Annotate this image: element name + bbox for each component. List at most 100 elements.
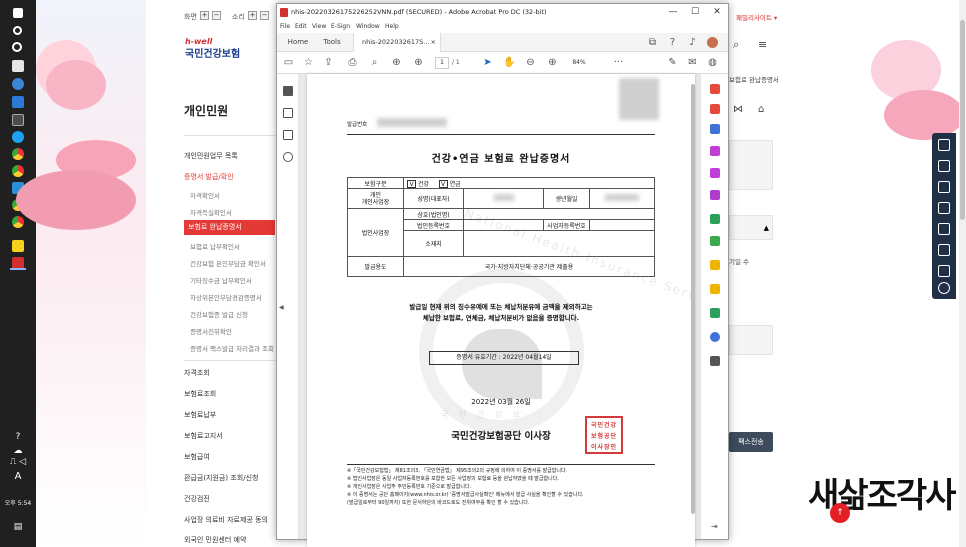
menu-item[interactable]: 외국인 민원센터 예약: [184, 535, 246, 545]
lock-icon[interactable]: [938, 223, 950, 235]
star-icon[interactable]: ☆: [303, 57, 314, 68]
share-icon[interactable]: ⋈: [733, 104, 743, 115]
lock-icon[interactable]: [283, 86, 293, 96]
mail-icon[interactable]: [12, 114, 24, 126]
zoom-out-button[interactable]: −: [212, 11, 221, 20]
compress-pdf-icon[interactable]: [710, 236, 720, 246]
notification-icon[interactable]: ▤: [6, 522, 30, 532]
user-icon[interactable]: [938, 139, 950, 151]
zoom-in-icon[interactable]: ⊕: [547, 57, 558, 68]
zoom-in-button[interactable]: +: [200, 11, 209, 20]
print-production-icon[interactable]: [710, 308, 720, 318]
email-icon[interactable]: ✉: [687, 57, 698, 68]
menu-view[interactable]: View: [312, 20, 326, 33]
menu-edit[interactable]: Edit: [295, 20, 307, 33]
submenu-item[interactable]: 건강보험 본인부담금 확인서: [190, 258, 266, 268]
fill-sign-icon[interactable]: [710, 190, 720, 200]
cortana-icon[interactable]: [12, 42, 22, 52]
comment-icon[interactable]: [710, 284, 720, 294]
menu-item[interactable]: 보험료조회: [184, 389, 216, 399]
help-icon[interactable]: ?: [667, 37, 678, 48]
tab-home[interactable]: Home: [281, 33, 315, 52]
pages-icon[interactable]: [283, 108, 293, 118]
site-logo[interactable]: 국민건강보험: [185, 45, 240, 60]
collapse-panel-icon[interactable]: ⇥: [711, 522, 718, 531]
next-page-icon[interactable]: ⊕: [413, 57, 424, 68]
title-bar[interactable]: nhis-20220326175226252VNN.pdf (SECURED) …: [277, 4, 728, 20]
copy-icon[interactable]: [938, 265, 950, 277]
bookmark-icon[interactable]: [283, 130, 293, 140]
hamburger-menu-icon[interactable]: ≡: [758, 38, 767, 51]
family-site-link[interactable]: 패밀리사이트 ▾: [736, 12, 777, 22]
bookmark-icon[interactable]: ⌂: [758, 104, 764, 115]
menu-item[interactable]: 환급금(지원금) 조회/신청: [184, 473, 258, 483]
submenu-item[interactable]: 증명서진위확인: [190, 326, 232, 336]
ime-indicator[interactable]: A: [6, 471, 30, 482]
share-screen-icon[interactable]: ⧉: [647, 37, 658, 48]
menu-window[interactable]: Window: [356, 20, 380, 33]
send-for-signature-icon[interactable]: [710, 214, 720, 224]
menu-item[interactable]: 보험료납부: [184, 410, 216, 420]
combine-files-icon[interactable]: [710, 104, 720, 114]
collapsible-header[interactable]: ▲: [729, 215, 773, 240]
menu-item[interactable]: 자격조회: [184, 368, 210, 378]
chrome-icon[interactable]: [12, 216, 24, 228]
collapse-left-icon[interactable]: ◀: [279, 304, 284, 311]
scrollbar-thumb[interactable]: [960, 20, 965, 220]
chrome-icon[interactable]: [12, 148, 24, 160]
account-icon[interactable]: ◍: [707, 57, 718, 68]
close-button[interactable]: ✕: [706, 4, 728, 20]
search-icon[interactable]: ⌕: [369, 57, 380, 68]
prev-page-icon[interactable]: ⊕: [391, 57, 402, 68]
submenu-item[interactable]: 건강보험증 발급 신청: [190, 309, 248, 319]
menu-item-certificates[interactable]: 증명서 발급/확인: [184, 172, 234, 182]
task-view-icon[interactable]: [12, 60, 24, 72]
scan-ocr-icon[interactable]: [710, 260, 720, 270]
sound-up-button[interactable]: +: [248, 11, 257, 20]
fax-send-button[interactable]: 팩스전송: [729, 432, 773, 452]
menu-item[interactable]: 보험급여: [184, 452, 210, 462]
cloud-icon[interactable]: ☁: [6, 446, 30, 456]
sound-down-button[interactable]: −: [260, 11, 269, 20]
submenu-item[interactable]: 증명서 팩스발급 처리결과 조회: [190, 343, 274, 353]
save-icon[interactable]: ▭: [283, 57, 294, 68]
tab-tools[interactable]: Tools: [315, 33, 349, 52]
more-tools-button[interactable]: ···: [613, 57, 624, 68]
submenu-item[interactable]: 기타징수금 납부확인서: [190, 275, 252, 285]
search-icon[interactable]: ⌕: [733, 38, 739, 52]
print-icon[interactable]: ⎙: [347, 57, 358, 68]
tab-close-icon[interactable]: ×: [431, 33, 436, 52]
menu-item[interactable]: 사업장 의료비 자료제공 동의: [184, 515, 268, 525]
export-pdf-icon[interactable]: [710, 124, 720, 134]
document-scrollbar[interactable]: [689, 74, 697, 539]
organize-pages-icon[interactable]: [710, 146, 720, 156]
store-icon[interactable]: [12, 96, 24, 108]
menu-help[interactable]: Help: [385, 20, 399, 33]
menu-item[interactable]: 건강검진: [184, 494, 210, 504]
browser-scrollbar[interactable]: [959, 0, 966, 547]
sign-pen-icon[interactable]: ✎: [667, 57, 678, 68]
document-icon[interactable]: [938, 160, 950, 172]
submenu-item[interactable]: 차상위본인부담경감증명서: [190, 292, 262, 302]
search-icon[interactable]: [13, 26, 22, 35]
avatar[interactable]: [707, 37, 718, 48]
menu-item-civil-list[interactable]: 개인민원업무 목록: [184, 151, 238, 161]
edit-pdf-icon[interactable]: [710, 168, 720, 178]
menu-item[interactable]: 보험료고지서: [184, 431, 223, 441]
question-icon[interactable]: ?: [6, 432, 30, 442]
submenu-item-active[interactable]: 보험료 완납증명서: [184, 220, 275, 235]
zoom-out-icon[interactable]: ⊖: [525, 57, 536, 68]
minimize-button[interactable]: —: [662, 4, 684, 20]
twitter-icon[interactable]: [12, 131, 24, 143]
clock[interactable]: 오후 5:54: [3, 498, 33, 507]
menu-file[interactable]: File: [280, 20, 290, 33]
scroll-top-button[interactable]: ↑: [830, 503, 850, 523]
page-number-input[interactable]: 1: [435, 57, 449, 69]
monitor-icon[interactable]: [938, 181, 950, 193]
phone-icon[interactable]: [938, 202, 950, 214]
list-icon[interactable]: [938, 244, 950, 256]
create-pdf-icon[interactable]: [710, 84, 720, 94]
chat-icon[interactable]: [938, 282, 950, 294]
upload-icon[interactable]: ⇪: [323, 57, 334, 68]
tab-document[interactable]: nhis-2022032617S... ×: [353, 33, 441, 52]
